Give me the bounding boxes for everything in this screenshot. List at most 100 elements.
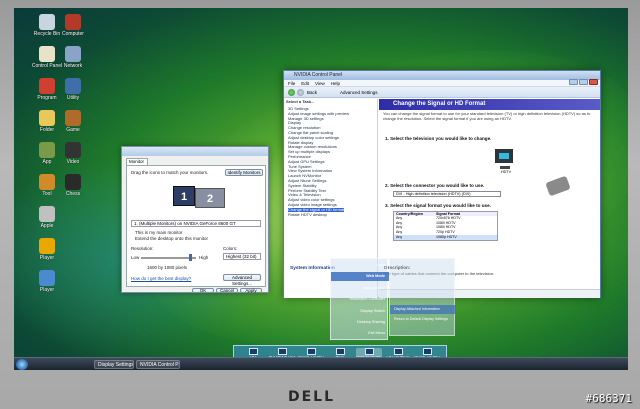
ok-button[interactable]: OK	[192, 288, 214, 293]
context-menu-item[interactable]: Display Switch	[331, 307, 389, 316]
taskbar-display-settings[interactable]: Display Settings	[94, 360, 134, 369]
close-button[interactable]	[589, 79, 598, 85]
main-monitor-checkbox[interactable]: This is my main monitor	[135, 230, 183, 235]
resolution-slider-thumb[interactable]	[189, 254, 192, 261]
app-icon	[39, 14, 55, 30]
tv-stand-icon	[500, 166, 510, 169]
display-mode-icon	[422, 348, 432, 355]
desktop-icon-label: Apple	[40, 223, 54, 229]
tv-label: HDTV	[500, 170, 512, 174]
context-menu-item[interactable]: Lock	[331, 261, 389, 270]
menu-item[interactable]: Help	[331, 81, 340, 86]
window-title[interactable]: NVIDIA Control Panel	[284, 71, 600, 80]
desktop-icon[interactable]: Player	[30, 270, 64, 293]
cell-format: 1080p HDTV	[436, 234, 457, 239]
context-menu-item[interactable]: Web Mode	[331, 272, 389, 282]
low-label: Low	[131, 255, 140, 260]
desktop-icon[interactable]: Video	[56, 142, 90, 165]
desktop-icon[interactable]: Game	[56, 110, 90, 133]
display-mode-icon	[248, 348, 258, 355]
tv-icon[interactable]	[495, 149, 513, 163]
maximize-button[interactable]	[579, 79, 588, 85]
system-tray[interactable]	[594, 360, 626, 369]
dialog-titlebar[interactable]	[122, 147, 268, 156]
connector-select[interactable]: DVI - High definition television (HDTV) …	[393, 191, 501, 197]
desktop-icon[interactable]: Network	[56, 46, 90, 69]
desktop-icon-label: Computer	[62, 31, 84, 37]
context-menu-item[interactable]: Management	[331, 284, 389, 293]
app-icon	[39, 238, 55, 254]
apply-button[interactable]: Apply	[240, 288, 262, 293]
back-label[interactable]: Back	[307, 89, 317, 96]
submenu-item[interactable]: Return to Default Display Settings	[390, 315, 456, 324]
context-menu-item[interactable]: Resolution Controller	[331, 295, 389, 304]
monitor-1[interactable]: 1	[173, 186, 195, 206]
view-mode-label[interactable]: Advanced Settings	[340, 89, 378, 96]
dell-logo: DELL	[288, 389, 336, 405]
app-icon	[65, 78, 81, 94]
tab-monitor[interactable]: Monitor	[126, 158, 148, 165]
table-row[interactable]: Any 1080p HDTV	[394, 234, 497, 240]
app-icon	[39, 110, 55, 126]
desktop-icon[interactable]: Utility	[56, 78, 90, 101]
desktop-screen: Recycle Bin Computer Control Panel Network P…	[14, 8, 628, 370]
minimize-button[interactable]	[569, 79, 578, 85]
desktop-icon-label: Chess	[65, 191, 81, 197]
desktop-icon-label: Utility	[66, 95, 80, 101]
display-mode-icon	[393, 348, 403, 355]
desktop-icon[interactable]: Chess	[56, 174, 90, 197]
desktop-icon[interactable]: Apple	[30, 206, 64, 229]
display-mode-icon	[306, 348, 316, 355]
watermark-id: #686371	[585, 392, 632, 405]
app-icon	[65, 14, 81, 30]
app-icon	[65, 46, 81, 62]
desktop-icon[interactable]: Computer	[56, 14, 90, 37]
monitor-select[interactable]: 1. (Multiple Monitors) on NVIDIA GeForce…	[131, 220, 261, 227]
context-menu-item[interactable]: Exit Menu	[331, 329, 389, 338]
high-label: High	[199, 255, 209, 260]
taskbar-nvidia-control-panel[interactable]: NVIDIA Control Panel	[136, 360, 180, 369]
start-button[interactable]	[16, 359, 28, 370]
signal-format-table: Country/Region Signal Format Any 720x576 …	[393, 211, 498, 241]
connector-icon	[545, 175, 571, 197]
best-display-link[interactable]: How do I get the best display?	[131, 276, 191, 281]
identify-monitors-button[interactable]: Identify Monitors	[225, 169, 263, 176]
app-icon	[39, 46, 55, 62]
app-icon	[65, 142, 81, 158]
desktop-icon-label: Video	[66, 159, 80, 165]
desktop-icon-label: Player	[39, 255, 55, 261]
page-description: You can change the signal format to use …	[383, 111, 591, 121]
menu-item[interactable]: Edit	[301, 81, 309, 86]
extend-desktop-checkbox[interactable]: Extend the desktop onto this monitor	[135, 236, 208, 241]
display-mode-icon	[277, 348, 287, 355]
app-icon	[39, 142, 55, 158]
context-submenu: Display Attached Information Return to De…	[389, 258, 456, 336]
cell-region: Any	[396, 234, 403, 239]
back-icon[interactable]	[288, 89, 295, 96]
submenu-item[interactable]: Display Attached Information	[390, 305, 456, 314]
desktop-icon[interactable]: Player	[30, 238, 64, 261]
window-controls	[568, 72, 598, 85]
menu-item[interactable]: View	[315, 81, 325, 86]
resolution-slider-track[interactable]	[141, 257, 196, 259]
menu-item[interactable]: File	[288, 81, 295, 86]
display-settings-dialog: Monitor Drag the icons to match your mon…	[121, 146, 269, 293]
context-menu-item[interactable]: Desktop Sharing	[331, 318, 389, 327]
tree-item[interactable]: Rotate HDTV desktop	[288, 212, 327, 218]
step-1-label: 1. Select the television you would like …	[385, 136, 492, 141]
colors-select[interactable]: Highest (32 bit)	[223, 253, 261, 260]
app-icon	[39, 78, 55, 94]
forward-icon[interactable]	[297, 89, 304, 96]
colors-label: Colors:	[223, 246, 238, 251]
monitor-bezel: Recycle Bin Computer Control Panel Network P…	[0, 0, 640, 409]
toolbar: Back Advanced Settings	[284, 87, 600, 98]
step-3-label: 3. Select the signal format you would li…	[385, 203, 491, 208]
table-body: Any 720x576 HDTV Any 1080i HDTV Any 1080i HDT…	[394, 216, 497, 240]
advanced-settings-button[interactable]: Advanced Settings...	[223, 274, 261, 286]
cancel-button[interactable]: Cancel	[216, 288, 238, 293]
resolution-label: Resolution:	[131, 246, 154, 251]
app-icon	[39, 206, 55, 222]
page-title: Change the Signal or HD Format	[379, 99, 600, 110]
monitor-2[interactable]: 2	[195, 188, 225, 208]
system-information-link[interactable]: System Information	[290, 266, 335, 271]
